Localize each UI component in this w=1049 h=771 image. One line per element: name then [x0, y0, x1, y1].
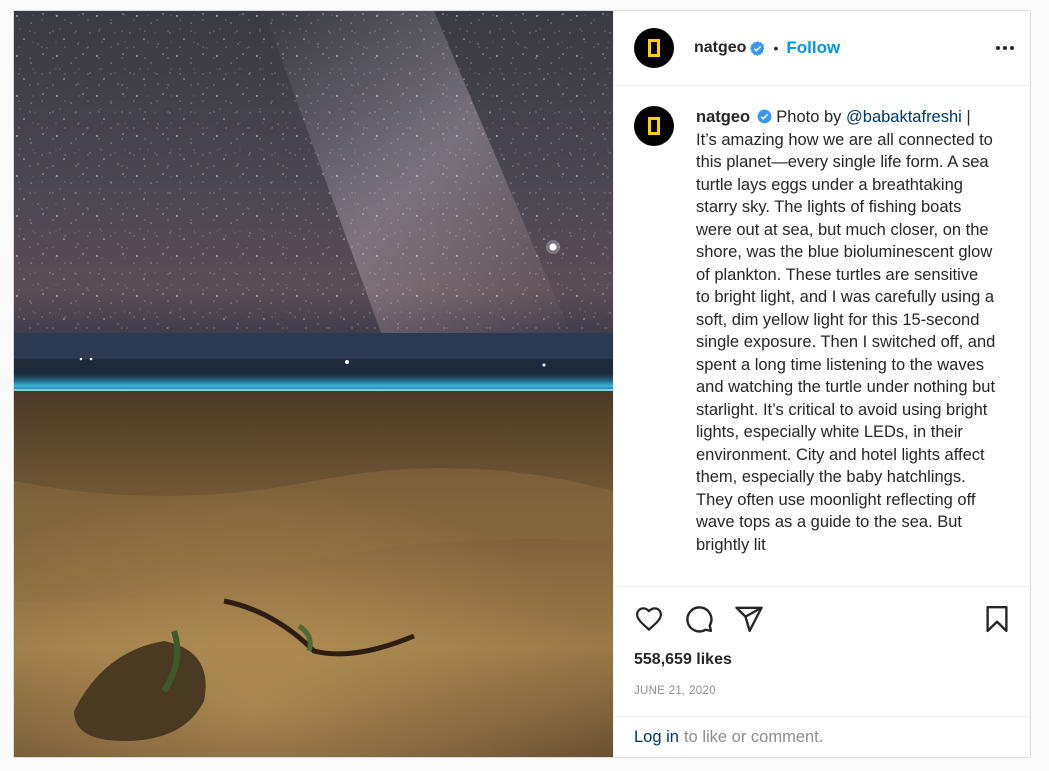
caption-username[interactable]: natgeo [696, 108, 750, 126]
caption-avatar[interactable] [634, 106, 674, 146]
verified-badge-icon [750, 40, 765, 56]
likes-count[interactable]: 558,659 likes [614, 651, 1030, 669]
avatar[interactable] [634, 28, 674, 68]
verified-badge-icon [757, 109, 772, 124]
post-header: natgeo • Follow [614, 11, 1030, 86]
sea-turtle-night-photo [14, 11, 613, 757]
separator-dot: • [773, 40, 779, 56]
more-options-icon[interactable] [996, 40, 1014, 56]
caption-area: natgeo Photo by @babaktafreshi | It’s am… [614, 86, 1030, 587]
bookmark-icon[interactable] [982, 604, 1012, 634]
login-suffix: to like or comment. [683, 727, 824, 746]
action-bar [614, 587, 1030, 651]
post-sidebar: natgeo • Follow natgeo Photo by @babakta… [613, 11, 1030, 757]
follow-button[interactable]: Follow [786, 38, 840, 58]
national-geographic-logo-icon [648, 39, 660, 57]
post-dialog: natgeo • Follow natgeo Photo by @babakta… [13, 10, 1031, 758]
comment-icon[interactable] [684, 604, 714, 634]
caption-body: | It’s amazing how we are all connected … [696, 108, 996, 554]
header-username[interactable]: natgeo [694, 39, 746, 57]
heart-icon[interactable] [634, 604, 664, 634]
national-geographic-logo-icon [648, 117, 660, 135]
login-prompt: Log in to like or comment. [614, 716, 1030, 757]
post-photo[interactable] [14, 11, 613, 757]
post-date: JUNE 21, 2020 [634, 685, 716, 697]
caption-text: natgeo Photo by @babaktafreshi | It’s am… [696, 106, 996, 556]
share-icon[interactable] [734, 604, 764, 634]
caption-prefix: Photo by [776, 108, 842, 126]
login-link[interactable]: Log in [634, 728, 679, 747]
mention-link[interactable]: @babaktafreshi [846, 108, 962, 126]
